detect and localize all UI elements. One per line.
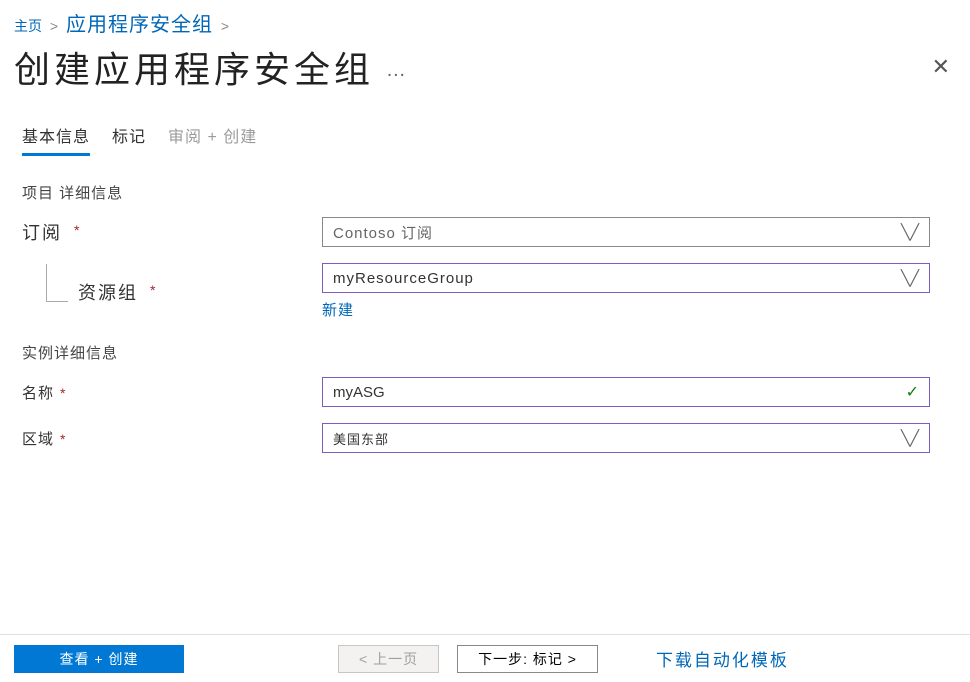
breadcrumb: 主页 > 应用程序安全组 > [0,0,970,37]
breadcrumb-asg[interactable]: 应用程序安全组 [66,14,213,36]
label-subscription: 订阅* [22,219,322,245]
more-icon[interactable]: … [386,59,406,81]
section-project-details: 项目 详细信息 [22,182,948,203]
chevron-right-icon: > [50,18,58,34]
tab-basic[interactable]: 基本信息 [22,123,90,156]
tree-connector [46,264,68,302]
label-name: 名称* [22,382,322,403]
next-button[interactable]: 下一步: 标记 > [457,645,598,673]
checkmark-icon: ✓ [906,382,919,402]
breadcrumb-home[interactable]: 主页 [14,18,42,34]
previous-button: < 上一页 [338,645,439,673]
chevron-down-icon: ╲╱ [901,223,919,241]
review-create-button[interactable]: 查看 + 创建 [14,645,184,673]
page-title: 创建应用程序安全组 [14,49,374,90]
close-icon[interactable]: ✕ [932,54,950,80]
tab-tags[interactable]: 标记 [112,123,146,156]
chevron-down-icon: ╲╱ [901,269,919,287]
footer: 查看 + 创建 < 上一页 下一步: 标记 > 下载自动化模板 [0,634,970,682]
name-input[interactable]: myASG ✓ [322,377,930,407]
label-region: 区域* [22,428,322,449]
download-template-link[interactable]: 下载自动化模板 [656,646,789,671]
chevron-down-icon: ╲╱ [901,429,919,447]
subscription-select[interactable]: Contoso 订阅 ╲╱ [322,217,930,247]
tab-review[interactable]: 审阅 + 创建 [168,123,257,156]
region-select[interactable]: 美国东部 ╲╱ [322,423,930,453]
resource-group-select[interactable]: myResourceGroup ╲╱ [322,263,930,293]
chevron-right-icon: > [221,18,229,34]
new-resource-group-link[interactable]: 新建 [322,299,354,320]
tabs: 基本信息 标记 审阅 + 创建 [0,93,970,156]
section-instance-details: 实例详细信息 [22,342,948,363]
